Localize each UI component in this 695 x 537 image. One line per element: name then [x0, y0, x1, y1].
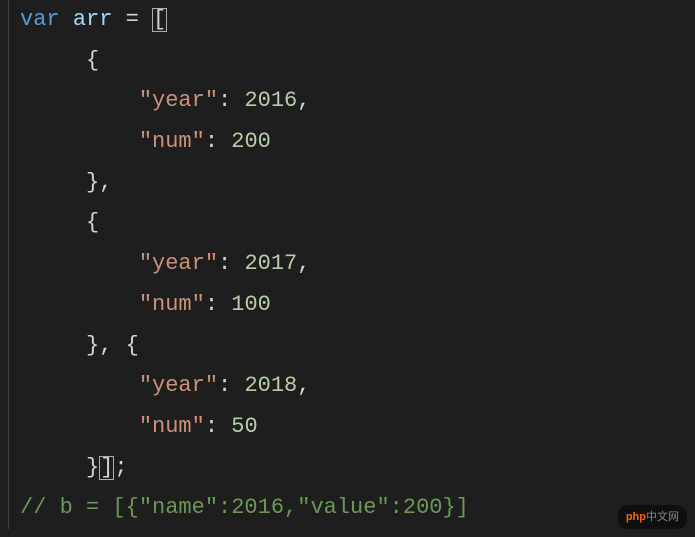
object-key: "year"	[139, 88, 218, 113]
equals-operator: =	[126, 7, 139, 32]
object-key: "year"	[139, 373, 218, 398]
code-line: "year": 2018,	[20, 366, 695, 407]
code-editor[interactable]: var arr = [ { "year": 2016, "num": 200 }…	[0, 0, 695, 529]
number-literal: 100	[231, 292, 271, 317]
comma: ,	[99, 333, 112, 358]
brace-close: }	[86, 170, 99, 195]
watermark-prefix: php	[626, 511, 646, 523]
number-literal: 2017	[244, 251, 297, 276]
colon: :	[218, 88, 231, 113]
comma: ,	[297, 251, 310, 276]
semicolon: ;	[114, 455, 127, 480]
cursor-bracket-open: [	[152, 8, 167, 32]
colon: :	[205, 129, 218, 154]
code-line: "num": 100	[20, 285, 695, 326]
code-line: "year": 2017,	[20, 244, 695, 285]
colon: :	[218, 373, 231, 398]
code-line: }, {	[20, 326, 695, 367]
brace-close: }	[86, 455, 99, 480]
code-line: "num": 200	[20, 122, 695, 163]
brace-open: {	[126, 333, 139, 358]
variable-name: arr	[73, 7, 113, 32]
object-key: "num"	[139, 292, 205, 317]
brace-open: {	[86, 210, 99, 235]
colon: :	[218, 251, 231, 276]
comma: ,	[297, 373, 310, 398]
cursor-bracket-close: ]	[99, 456, 114, 480]
comma: ,	[297, 88, 310, 113]
indent-guide	[8, 0, 9, 529]
object-key: "year"	[139, 251, 218, 276]
comma: ,	[99, 170, 112, 195]
comment: // b = [{"name":2016,"value":200}]	[20, 495, 469, 520]
code-line: var arr = [	[20, 0, 695, 41]
colon: :	[205, 414, 218, 439]
colon: :	[205, 292, 218, 317]
code-line: "year": 2016,	[20, 81, 695, 122]
object-key: "num"	[139, 129, 205, 154]
watermark-text: 中文网	[646, 511, 679, 523]
number-literal: 50	[231, 414, 257, 439]
number-literal: 200	[231, 129, 271, 154]
keyword-var: var	[20, 7, 60, 32]
code-line: {	[20, 41, 695, 82]
number-literal: 2018	[244, 373, 297, 398]
code-line: "num": 50	[20, 407, 695, 448]
code-line: }];	[20, 448, 695, 489]
code-line: {	[20, 203, 695, 244]
brace-open: {	[86, 48, 99, 73]
watermark-badge: php中文网	[618, 505, 687, 529]
code-line: },	[20, 163, 695, 204]
brace-close: }	[86, 333, 99, 358]
object-key: "num"	[139, 414, 205, 439]
number-literal: 2016	[244, 88, 297, 113]
code-line-comment: // b = [{"name":2016,"value":200}]	[20, 488, 695, 529]
